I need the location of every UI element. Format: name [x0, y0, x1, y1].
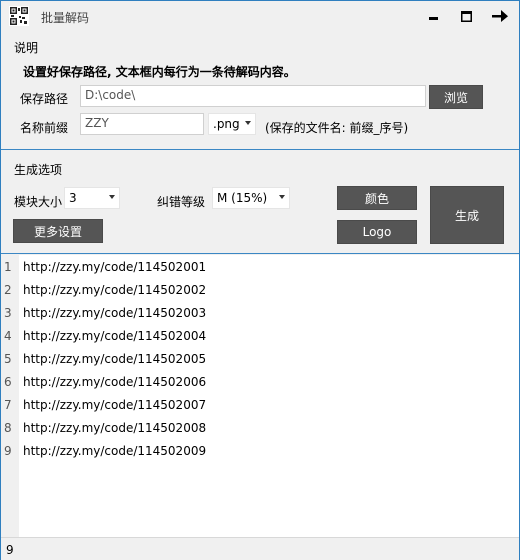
- editor-line[interactable]: 7 http://zzy.my/code/114502007: [1, 393, 519, 416]
- extension-value: .png: [213, 117, 240, 131]
- editor-line[interactable]: 1 http://zzy.my/code/114502001: [1, 255, 519, 278]
- ecc-level-select[interactable]: M (15%): [212, 187, 290, 209]
- exit-button[interactable]: [489, 6, 511, 26]
- prefix-label: 名称前缀: [20, 121, 69, 135]
- minimize-button[interactable]: [423, 6, 445, 26]
- ecc-level-label: 纠错等级: [157, 195, 206, 209]
- options-heading: 生成选项: [14, 163, 63, 177]
- line-text: http://zzy.my/code/114502002: [23, 283, 207, 297]
- line-number: 7: [4, 398, 12, 412]
- save-path-input[interactable]: D:\code\: [80, 85, 426, 107]
- line-number: 9: [4, 444, 12, 458]
- minimize-icon: [429, 17, 438, 20]
- line-number: 1: [4, 260, 12, 274]
- line-text: http://zzy.my/code/114502004: [23, 329, 207, 343]
- line-number: 4: [4, 329, 12, 343]
- editor-line[interactable]: 6 http://zzy.my/code/114502006: [1, 370, 519, 393]
- line-number: 2: [4, 283, 12, 297]
- line-number: 5: [4, 352, 12, 366]
- prefix-input[interactable]: ZZY: [80, 113, 204, 135]
- ecc-level-value: M (15%): [217, 191, 268, 205]
- module-size-value: 3: [69, 191, 77, 205]
- description-text: 设置好保存路径, 文本框内每行为一条待解码内容。: [23, 65, 296, 79]
- editor-line[interactable]: 9 http://zzy.my/code/114502009: [1, 439, 519, 462]
- logo-button[interactable]: Logo: [337, 220, 417, 244]
- line-count: 9: [6, 543, 14, 557]
- maximize-icon: [460, 10, 472, 22]
- module-size-label: 模块大小: [14, 195, 63, 209]
- line-text: http://zzy.my/code/114502007: [23, 398, 207, 412]
- browse-button[interactable]: 浏览: [429, 85, 483, 109]
- line-text: http://zzy.my/code/114502001: [23, 260, 207, 274]
- editor-line[interactable]: 4 http://zzy.my/code/114502004: [1, 324, 519, 347]
- line-text: http://zzy.my/code/114502009: [23, 444, 207, 458]
- qr-code-icon: [9, 6, 29, 26]
- arrow-right-icon: [492, 10, 508, 22]
- batch-decode-window: 批量解码 说明 设置好保存路径, 文本框内每行为一条待解码内容。 保存路径 D:…: [0, 0, 520, 560]
- color-button[interactable]: 颜色: [337, 186, 417, 210]
- filename-hint: (保存的文件名: 前缀_序号): [265, 121, 409, 135]
- section-divider: [1, 149, 519, 150]
- save-path-label: 保存路径: [20, 92, 69, 106]
- maximize-button[interactable]: [455, 6, 477, 26]
- line-text: http://zzy.my/code/114502003: [23, 306, 207, 320]
- line-number: 3: [4, 306, 12, 320]
- line-text: http://zzy.my/code/114502008: [23, 421, 207, 435]
- description-heading: 说明: [14, 41, 39, 55]
- editor-line[interactable]: 2 http://zzy.my/code/114502002: [1, 278, 519, 301]
- content-editor[interactable]: 1 http://zzy.my/code/114502001 2 http://zzy…: [1, 255, 519, 537]
- status-bar: 9: [1, 537, 519, 560]
- generate-button[interactable]: 生成: [430, 186, 504, 244]
- window-title: 批量解码: [41, 11, 90, 25]
- extension-select[interactable]: .png: [208, 113, 256, 135]
- chevron-down-icon: [109, 195, 115, 199]
- line-number: 8: [4, 421, 12, 435]
- chevron-down-icon: [245, 121, 251, 125]
- editor-divider: [1, 253, 519, 254]
- module-size-select[interactable]: 3: [64, 187, 120, 209]
- line-text: http://zzy.my/code/114502005: [23, 352, 207, 366]
- chevron-down-icon: [279, 195, 285, 199]
- editor-line[interactable]: 5 http://zzy.my/code/114502005: [1, 347, 519, 370]
- editor-line[interactable]: 3 http://zzy.my/code/114502003: [1, 301, 519, 324]
- line-text: http://zzy.my/code/114502006: [23, 375, 207, 389]
- title-bar: 批量解码: [1, 1, 519, 31]
- line-number: 6: [4, 375, 12, 389]
- more-settings-button[interactable]: 更多设置: [13, 219, 103, 243]
- editor-line[interactable]: 8 http://zzy.my/code/114502008: [1, 416, 519, 439]
